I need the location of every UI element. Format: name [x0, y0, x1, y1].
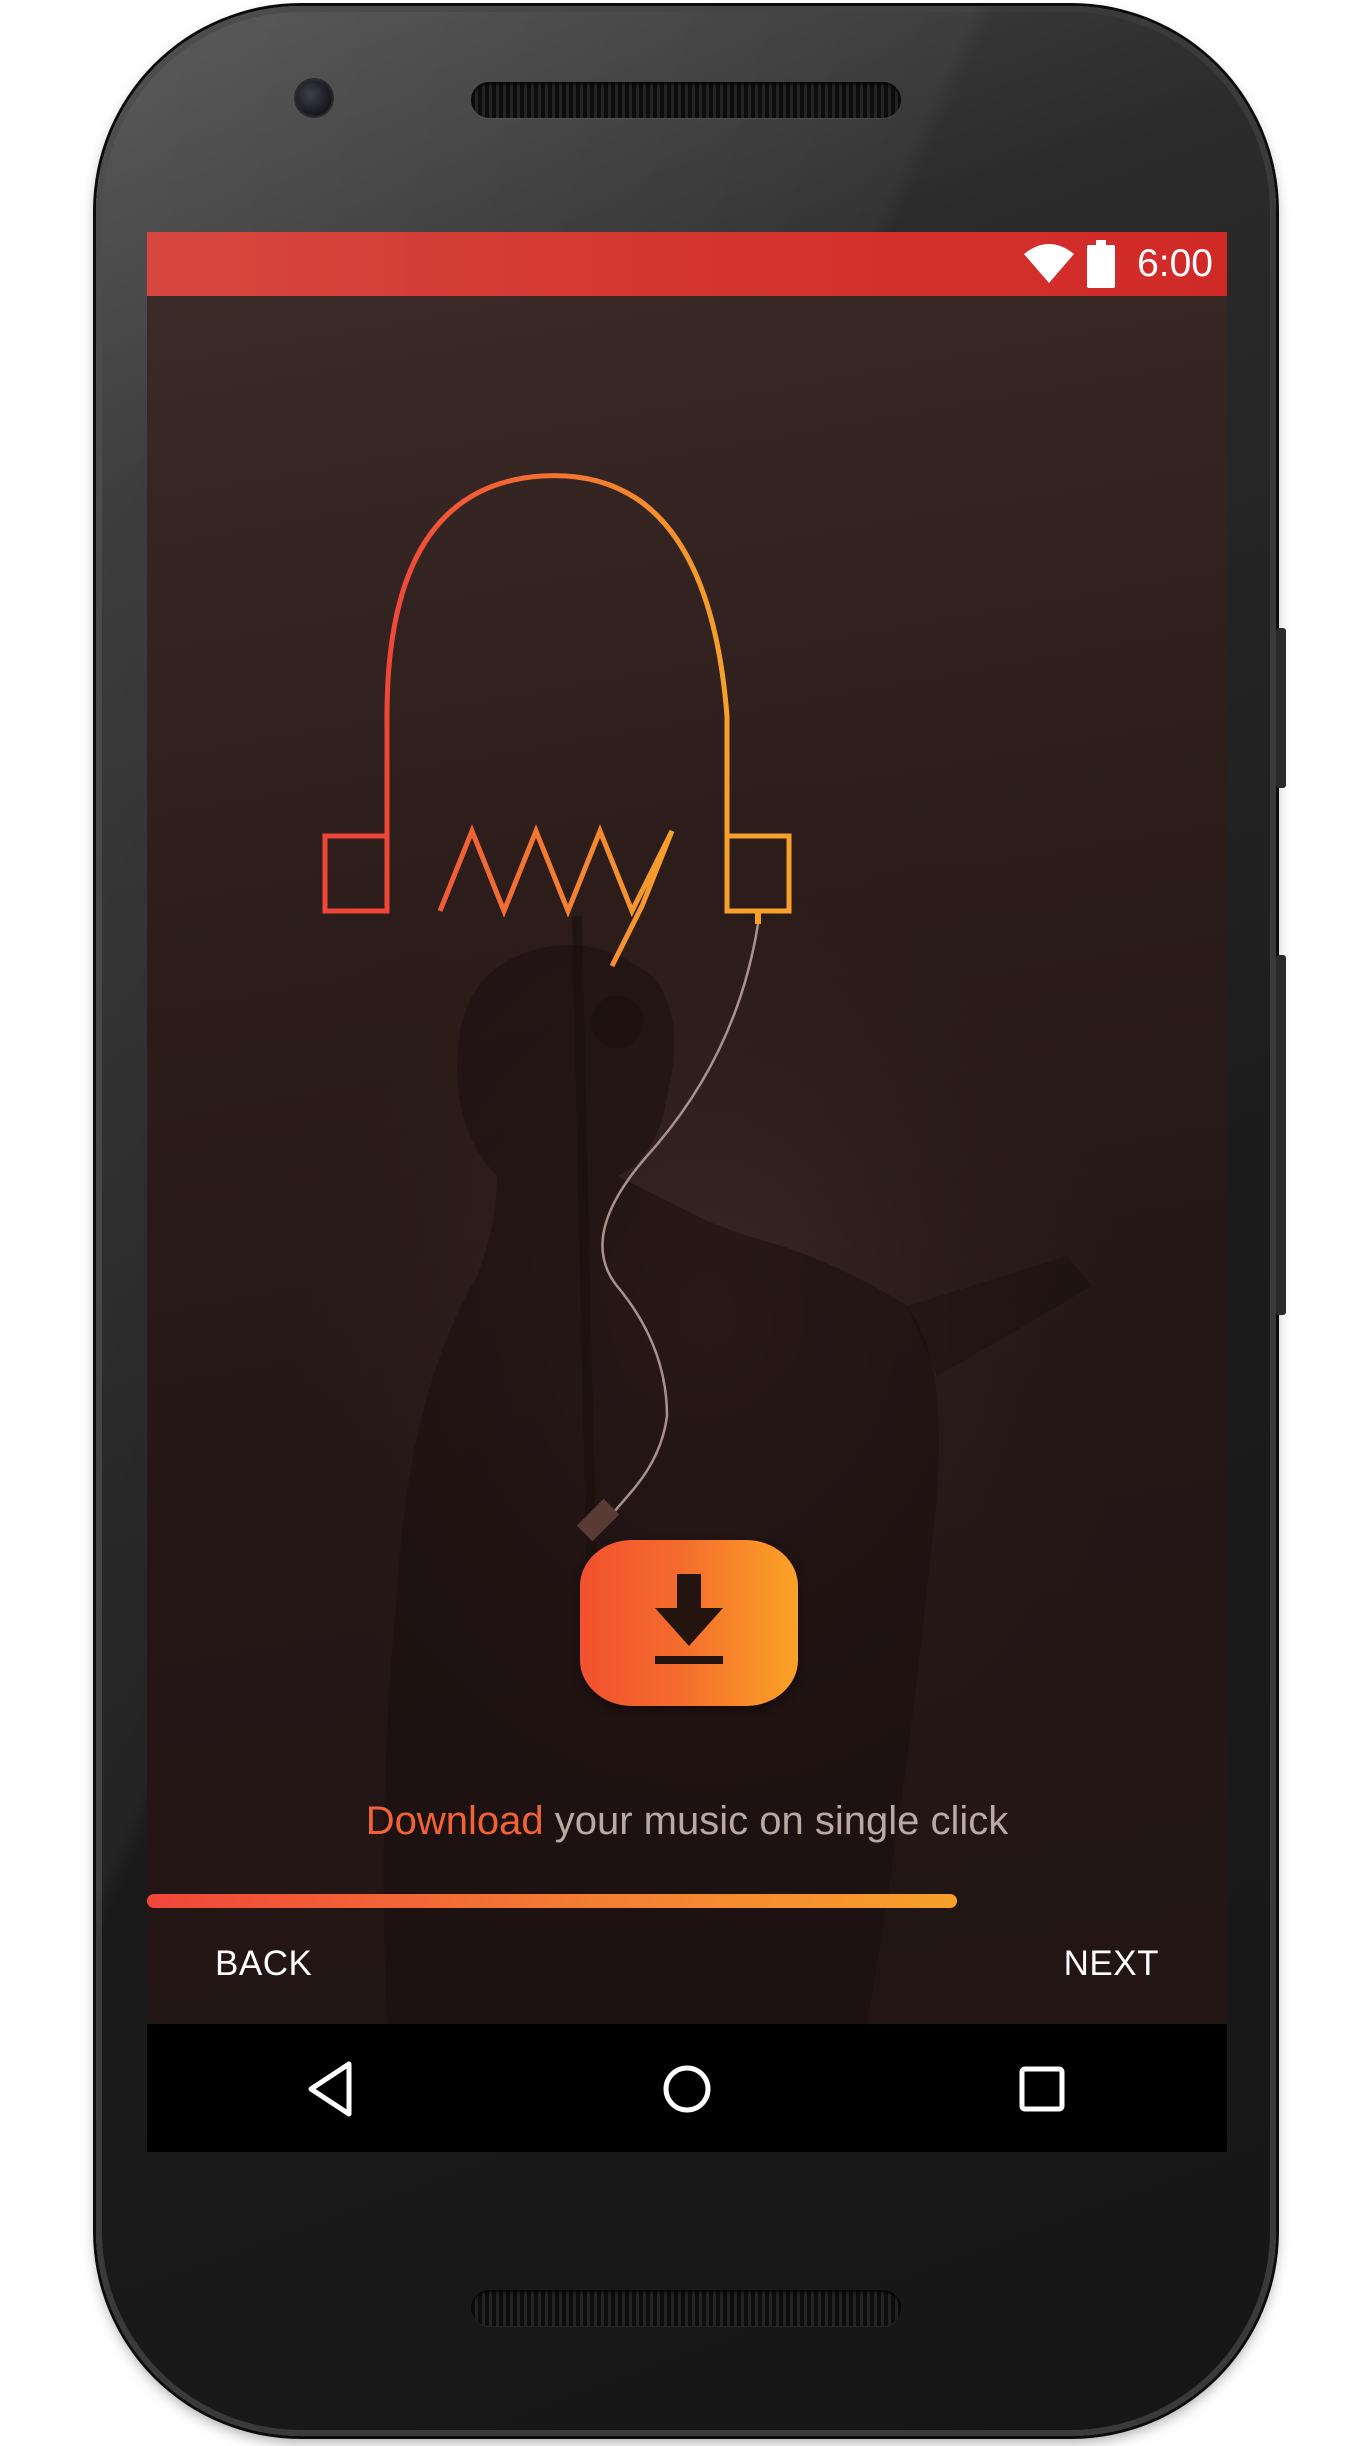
next-button[interactable]: NEXT — [1064, 1944, 1159, 1984]
power-button — [1276, 628, 1286, 788]
system-navigation-bar — [147, 2024, 1227, 2152]
front-camera — [296, 80, 332, 116]
bottom-speaker — [471, 2290, 901, 2326]
onboarding-page: Download your music on single click BACK… — [147, 296, 1227, 2024]
status-bar: 6:00 — [147, 232, 1227, 296]
onboarding-caption: Download your music on single click — [147, 1796, 1227, 1846]
back-triangle-icon[interactable] — [297, 2054, 367, 2124]
phone-screen: 6:00 Download your music on single click… — [147, 232, 1227, 2152]
home-circle-icon[interactable] — [652, 2054, 722, 2124]
caption-text: your music on single click — [543, 1799, 1009, 1843]
caption-highlight: Download — [365, 1799, 544, 1843]
status-time: 6:00 — [1137, 242, 1213, 285]
earpiece-speaker — [471, 82, 901, 118]
download-button[interactable] — [580, 1540, 798, 1706]
hero-artwork — [237, 473, 1177, 2024]
back-button[interactable]: BACK — [215, 1944, 312, 1984]
download-icon — [655, 1574, 723, 1664]
battery-icon — [1087, 240, 1115, 288]
onboarding-progress — [147, 1894, 1227, 1908]
wifi-icon — [1024, 244, 1074, 283]
progress-fill — [147, 1894, 957, 1908]
recents-square-icon[interactable] — [1007, 2054, 1077, 2124]
volume-rocker — [1276, 955, 1286, 1315]
